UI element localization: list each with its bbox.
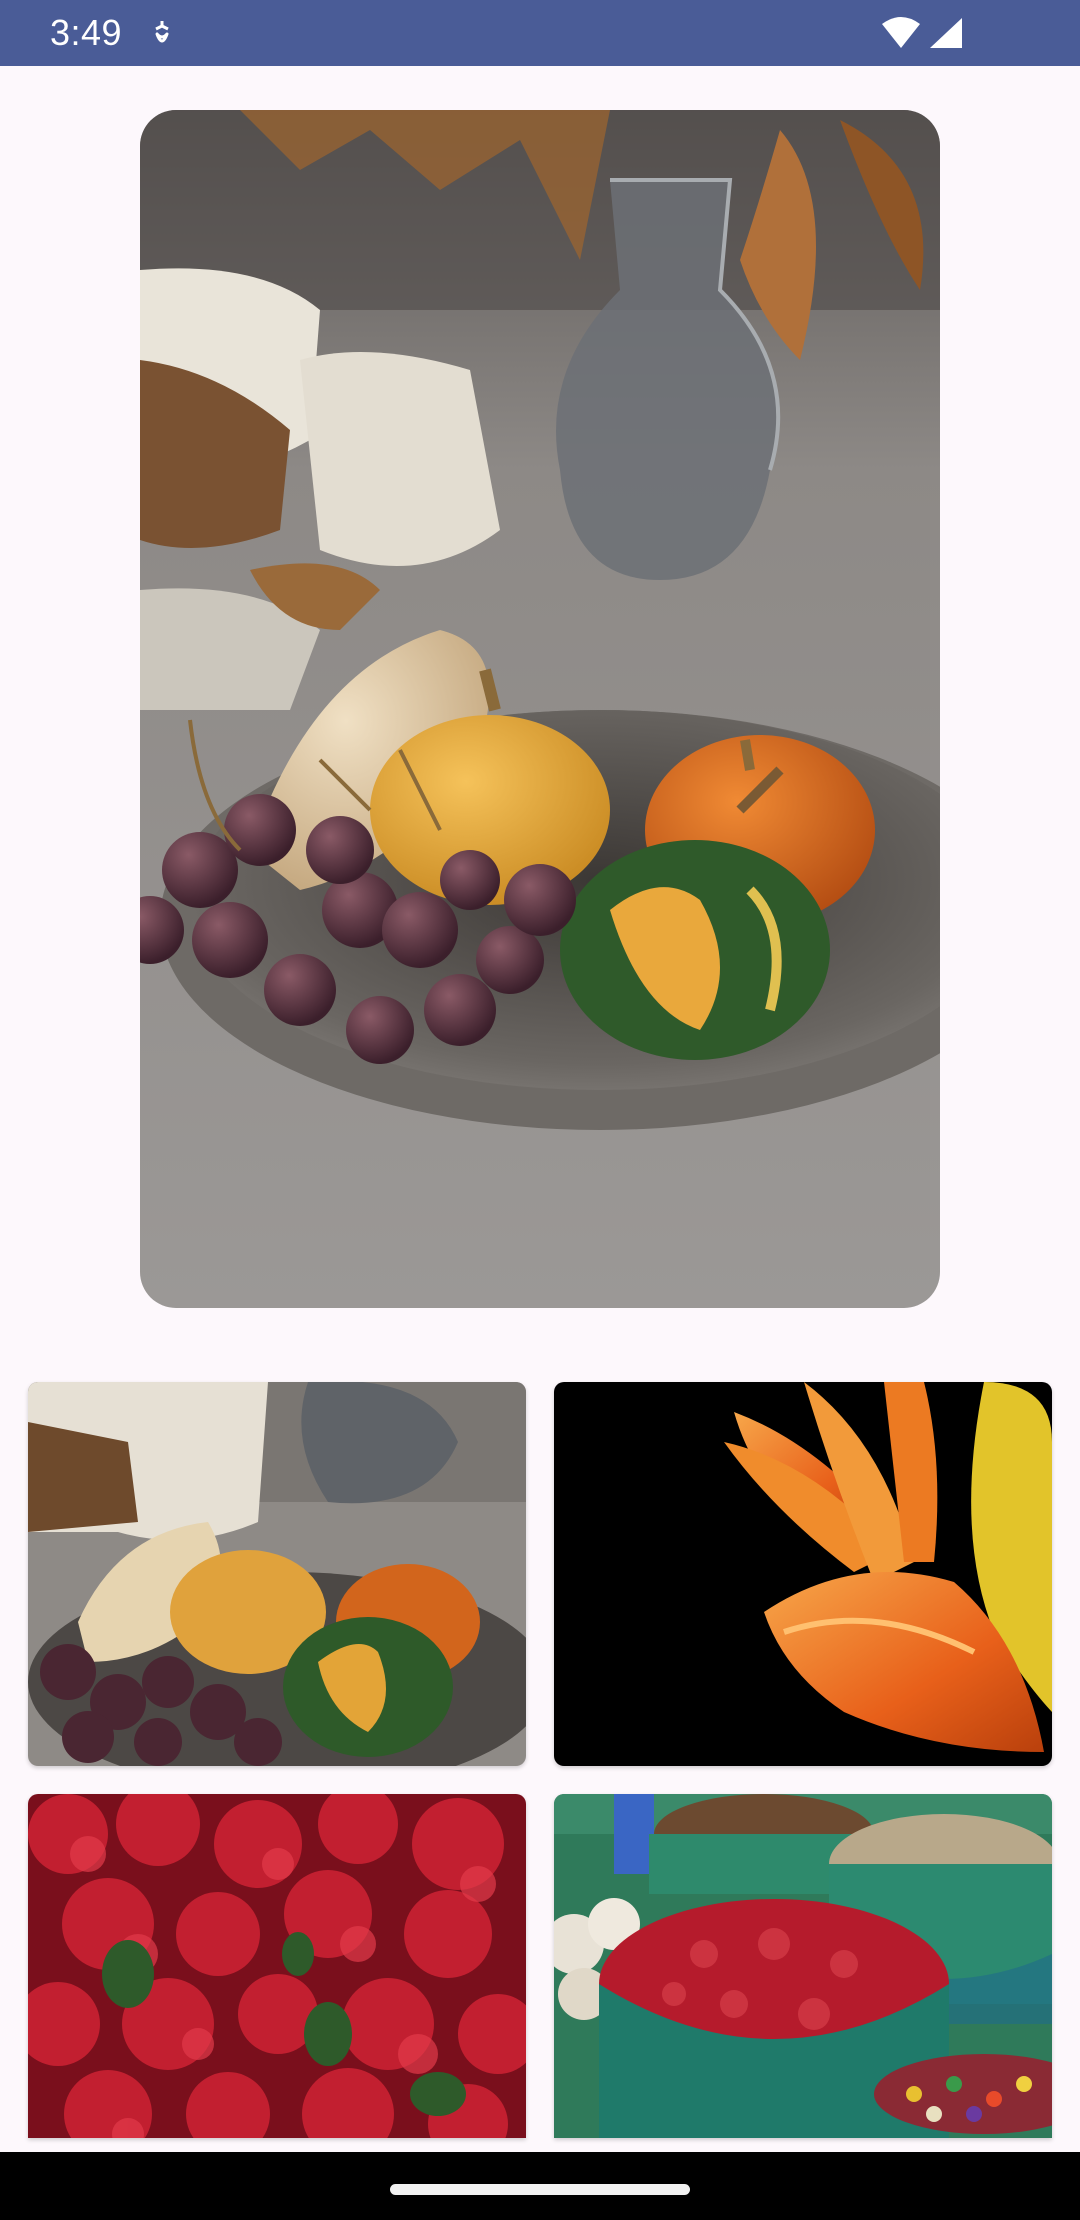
thumbnail-spices[interactable] xyxy=(554,1794,1052,2138)
red-bougainvillea-thumbnail-image xyxy=(28,1794,526,2138)
pumpkin-plate-thumbnail-image xyxy=(28,1382,526,1766)
orange-lily-thumbnail-image xyxy=(554,1382,1052,1766)
pumpkin-plate-image xyxy=(140,110,940,1308)
status-bar: 3:49 xyxy=(0,0,1080,66)
wifi-icon xyxy=(882,17,920,48)
cellular-signal-icon xyxy=(930,18,962,48)
thumbnail-bougainvillea[interactable] xyxy=(28,1794,526,2138)
hero-photo[interactable] xyxy=(140,110,940,1308)
navigation-bar xyxy=(0,2152,1080,2220)
thumbnail-pumpkins[interactable] xyxy=(28,1382,526,1766)
status-time: 3:49 xyxy=(50,12,123,53)
thumbnail-lily[interactable] xyxy=(554,1382,1052,1766)
notification-icon xyxy=(155,21,169,43)
spice-market-thumbnail-image xyxy=(554,1794,1052,2138)
home-gesture-handle[interactable] xyxy=(390,2184,690,2195)
